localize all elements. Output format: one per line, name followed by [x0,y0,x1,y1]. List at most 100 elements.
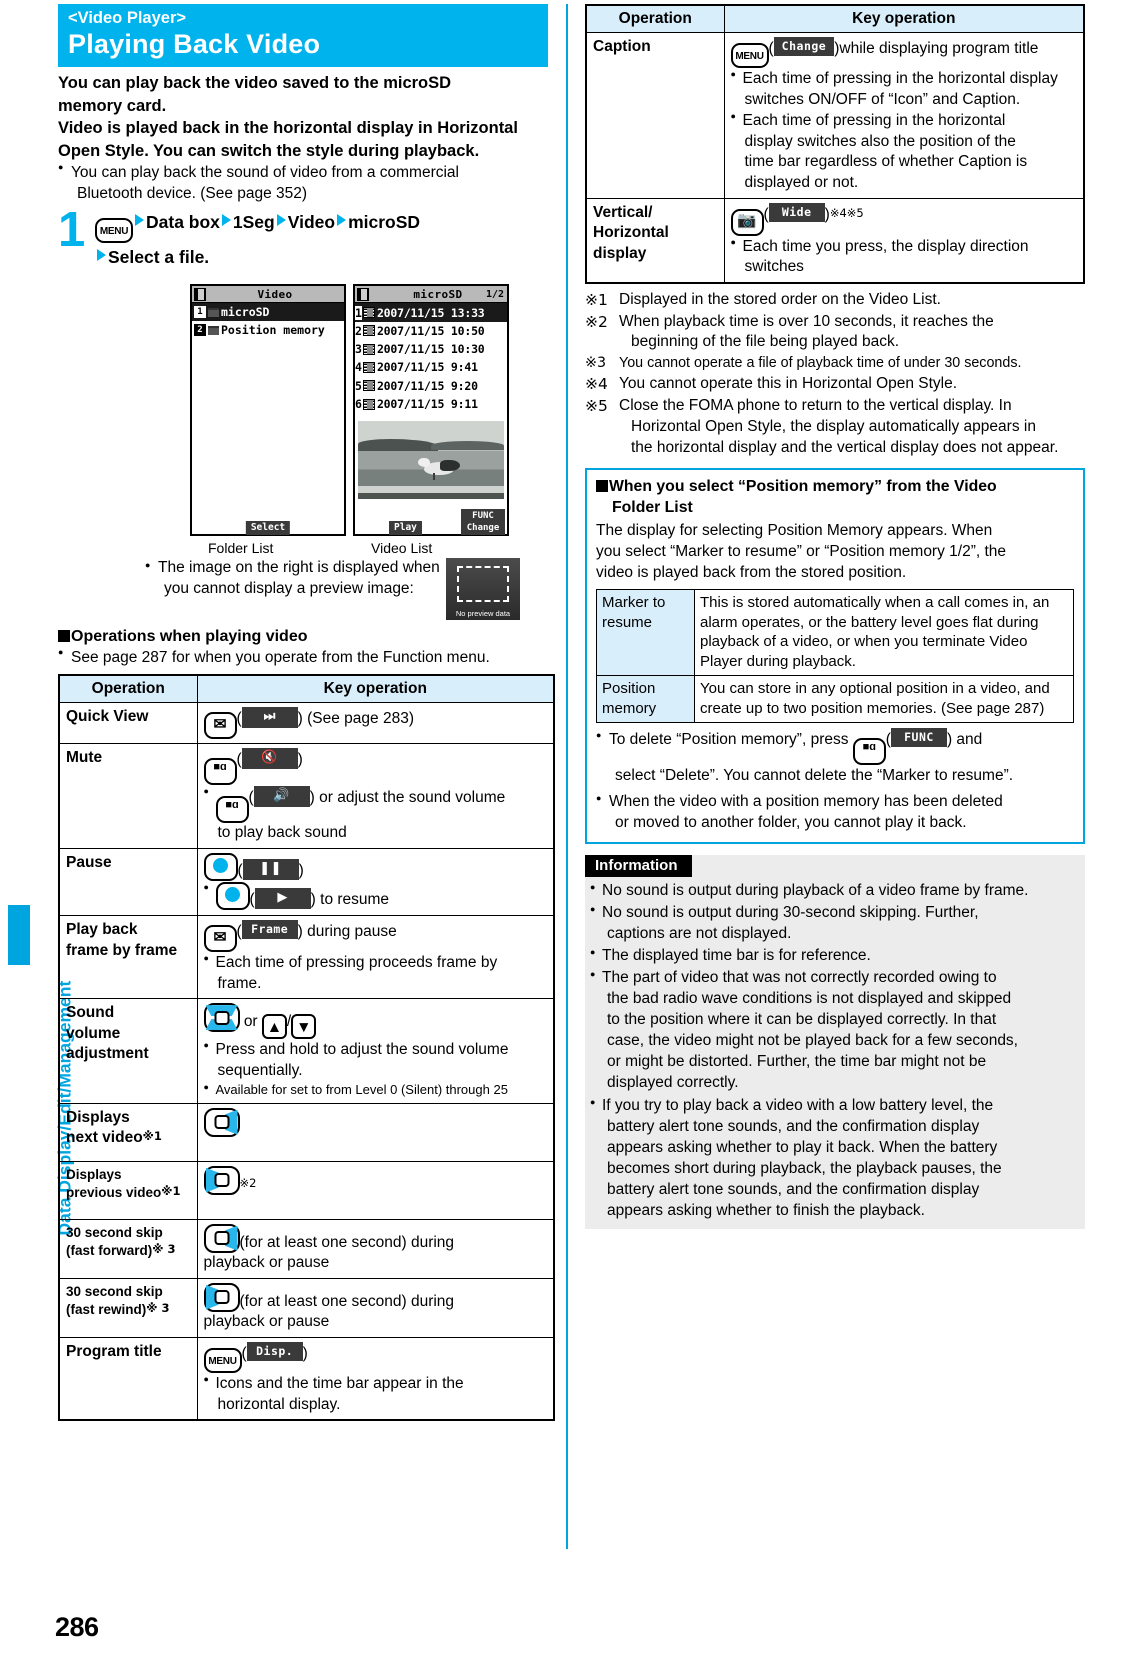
row-key-operation: MENU(Change)while displaying program tit… [723,32,1085,199]
column-header-key: Key operation [723,4,1085,33]
softkey-chip[interactable]: ⏭ [241,707,298,728]
list-item-number: 5 [355,378,362,393]
row-key-line-2: memory [602,699,657,717]
position-memory-box: When you select “Position memory” from t… [585,468,1085,844]
right-direction-key-icon[interactable] [203,1223,240,1253]
table-row: Vertical/ Horizontal display 📷(Wide)※4※5… [585,197,1085,284]
desc-line-3: video is played back from the stored pos… [596,563,907,581]
row-operation-label: Displays previous video※1 [58,1160,198,1220]
table-row: Position memory You can store in any opt… [596,674,1074,723]
step-item-0[interactable]: Data box [146,212,220,232]
row-operation-line-2: frame by frame [66,941,178,959]
mail-key-icon[interactable]: ✉ [203,712,237,740]
arrow-icon [337,214,347,227]
table-row: Caption MENU(Change)while displaying pro… [585,32,1085,199]
up-arrow-key-icon[interactable]: ▲ [261,1014,287,1040]
updown-key-icon[interactable] [203,1003,240,1033]
operations-heading-label: Operations when playing video [71,628,308,646]
softkey-chip[interactable]: Frame [241,919,298,940]
softkey-func-change[interactable]: FUNC Change [461,509,505,536]
list-item-number: 2 [194,324,206,337]
video-file-icon [362,325,375,337]
table-row: Displays previous video※1 ※2 [58,1160,555,1220]
row-text-2: playback or pause [203,1254,330,1272]
imode-key-icon[interactable]: ■ɑ [852,737,886,765]
camera-key-icon[interactable]: 📷 [730,208,764,236]
softkey-play[interactable]: Play [389,521,422,536]
left-direction-key-icon[interactable] [203,1282,240,1312]
softkey-chip[interactable]: Disp. [246,1342,303,1362]
info-line: The part of video that was not correctly… [602,969,997,987]
step-line-2: Select a file. [95,245,555,270]
video-film-icon [357,287,369,301]
center-key-icon[interactable] [203,852,238,881]
list-item[interactable]: 1 2007/11/15 13:33 [355,303,507,322]
bullet-line-2: select “Delete”. You cannot delete the “… [615,766,1014,784]
video-list-softkey-bar: Play FUNC Change [355,509,507,536]
center-key-icon[interactable] [215,882,250,911]
softkey-chip[interactable]: 🔇 [241,748,298,769]
list-item[interactable]: 6 2007/11/15 9:11 [355,395,507,413]
row-operation-label: Mute [58,743,198,849]
softkey-select[interactable]: Select [245,521,291,536]
softkey-chip[interactable]: Change [773,37,835,57]
column-divider [566,4,568,1549]
right-direction-key-icon[interactable] [203,1107,240,1137]
list-item[interactable]: 5 2007/11/15 9:20 [355,377,507,395]
row-operation-line-1: Play back [66,920,138,938]
video-list-page-indicator: 1/2 [485,288,504,300]
list-item-label: 2007/11/15 10:50 [376,323,485,338]
step-line-2-label: Select a file. [108,247,210,268]
folder-list-screenshot: Video 1 microSD 2 Position memory Select [190,284,346,537]
row-sub-text-4: displayed or not. [744,174,859,192]
footnote: ※2 When playback time is over 10 seconds… [585,312,1085,354]
step-item-3[interactable]: microSD [348,212,420,232]
imode-key-icon[interactable]: ■ɑ [203,758,237,786]
menu-key-icon[interactable]: MENU [203,1348,242,1374]
softkey-chip[interactable]: FUNC [890,727,947,747]
info-line: battery alert tone sounds, and the confi… [607,1180,980,1198]
list-item-label: Position memory [221,323,325,338]
list-item-label: 2007/11/15 9:20 [376,378,478,393]
step-item-2[interactable]: Video [288,212,335,232]
row-sub-text: Each time of pressing proceeds frame by [215,953,498,971]
menu-key-icon[interactable]: MENU [730,43,769,68]
footnote-marker: ※4 [585,375,608,394]
table-row: Program title MENU(Disp.) Icons and the … [58,1337,555,1421]
arrow-icon [276,214,286,227]
position-memory-description: The display for selecting Position Memor… [596,521,1074,583]
softkey-chip[interactable]: 🔊 [253,786,310,807]
bullet-pre-text: When the video with a position memory ha… [609,792,1003,810]
list-item[interactable]: 4 2007/11/15 9:41 [355,358,507,376]
row-operation-line-2: (fast rewind) [66,1301,147,1317]
list-item[interactable]: 3 2007/11/15 10:30 [355,340,507,358]
row-operation-line-1: Displays [66,1108,130,1126]
list-item[interactable]: 2 Position memory [192,321,344,339]
mail-key-icon[interactable]: ✉ [203,924,237,952]
down-arrow-key-icon[interactable]: ▼ [291,1014,317,1040]
softkey-chip[interactable]: ❚❚ [242,858,299,880]
row-key-label: Marker to resume [596,588,695,676]
column-header-key: Key operation [196,674,555,704]
row-operation-label: 30 second skip (fast rewind)※ 3 [58,1277,198,1339]
table-row: Marker to resume This is stored automati… [596,588,1074,676]
operations-note: See page 287 for when you operate from t… [58,647,555,669]
row-key-operation: (❚❚) (▶) to resume [196,847,555,916]
square-bullet-icon [596,480,608,493]
row-operation-line-3: display [593,244,647,262]
left-direction-key-icon[interactable] [203,1165,240,1195]
step-item-1[interactable]: 1Seg [233,212,275,232]
info-line: battery alert tone sounds, and the confi… [607,1117,980,1135]
softkey-chip[interactable]: Wide [768,202,825,222]
info-line: appears asking whether to finish the pla… [607,1201,925,1219]
arrow-icon [221,214,231,227]
softkey-chip[interactable]: ▶ [254,888,311,910]
row-operation-label: 30 second skip (fast forward)※ 3 [58,1218,198,1279]
list-item[interactable]: 1 microSD [192,303,344,322]
menu-key-icon[interactable]: MENU [95,218,133,244]
list-item-label: 2007/11/15 13:33 [376,305,485,320]
row-sub-bullet: Each time of pressing in the horizontal … [731,69,1078,110]
footnote: ※3 You cannot operate a file of playback… [585,354,1085,373]
list-item[interactable]: 2 2007/11/15 10:50 [355,322,507,340]
imode-key-icon[interactable]: ■ɑ [215,796,249,824]
